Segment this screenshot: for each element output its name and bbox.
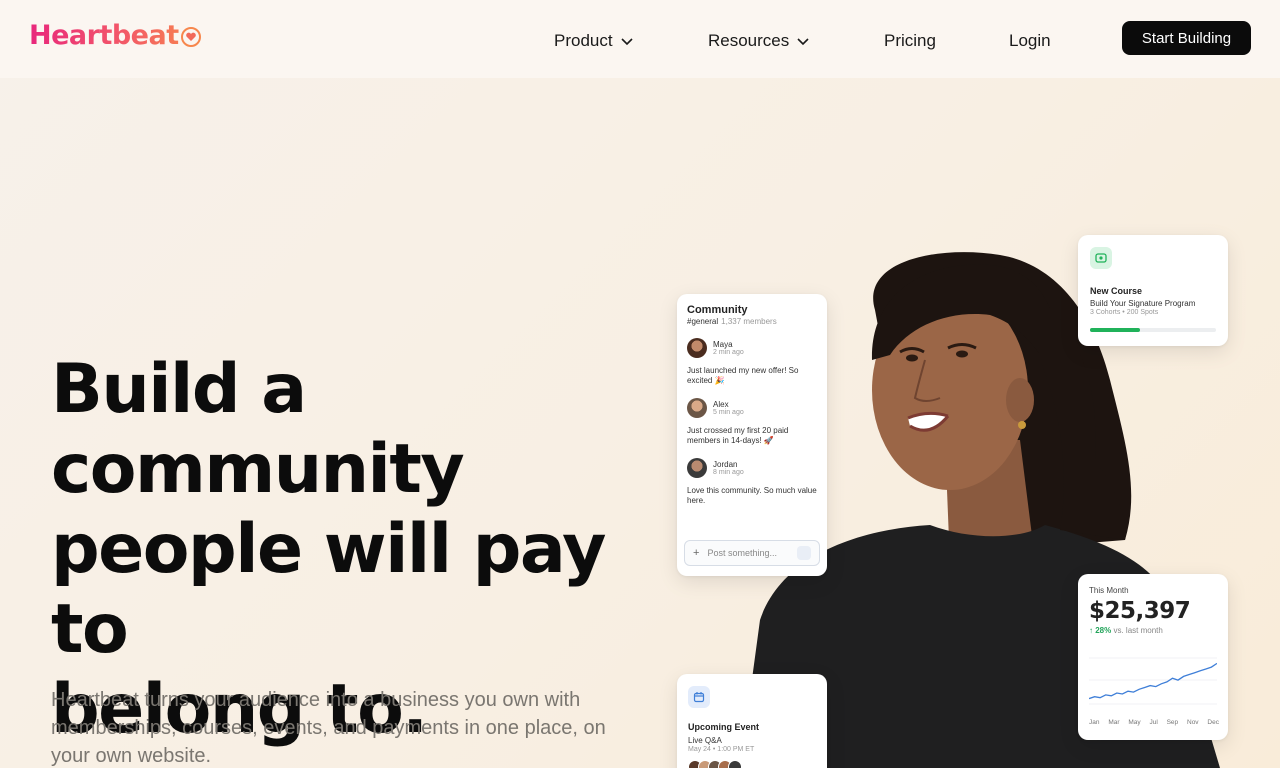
- revenue-value: $25,397: [1089, 598, 1191, 624]
- nav-product[interactable]: Product: [554, 31, 635, 51]
- revenue-label: This Month: [1089, 586, 1129, 595]
- message-author: Maya: [713, 340, 733, 349]
- hero-subtitle: Heartbeat turns your audience into a bus…: [51, 689, 606, 767]
- attendee-avatars: [688, 760, 816, 768]
- event-name: Live Q&A: [688, 736, 722, 745]
- nav-pricing[interactable]: Pricing: [884, 31, 936, 51]
- community-channel: #general 1,337 members: [687, 317, 817, 326]
- list-item: Maya 2 min ago Just launched my new offe…: [687, 338, 817, 386]
- logo-text: Heartbeat: [29, 20, 179, 51]
- chart-tick-label: Sep: [1166, 719, 1179, 726]
- chart-tick-label: Jul: [1149, 719, 1158, 726]
- course-progress-fill: [1090, 328, 1141, 332]
- avatar: [687, 398, 707, 418]
- nav-resources-label: Resources: [708, 31, 790, 50]
- chart-tick-label: Dec: [1207, 719, 1219, 726]
- revenue-change-suffix: vs. last month: [1113, 626, 1163, 635]
- chevron-down-icon: [797, 38, 809, 46]
- nav-product-label: Product: [554, 31, 613, 50]
- revenue-card[interactable]: This Month $25,397 ↑ 28% vs. last month …: [1078, 574, 1228, 740]
- start-building-button[interactable]: Start Building: [1122, 21, 1251, 55]
- post-placeholder: Post something...: [707, 548, 777, 558]
- chevron-down-icon: [621, 38, 633, 46]
- chart-tick-label: Mar: [1108, 719, 1120, 726]
- nav-login[interactable]: Login: [1009, 31, 1051, 51]
- nav-resources[interactable]: Resources: [708, 31, 811, 51]
- video-icon: [1090, 247, 1112, 269]
- post-input[interactable]: + Post something...: [684, 540, 820, 566]
- logo[interactable]: Heartbeat: [29, 20, 201, 51]
- hero-title-line: community: [51, 430, 465, 509]
- course-card[interactable]: New Course Build Your Signature Program …: [1078, 235, 1228, 346]
- community-card[interactable]: Community #general 1,337 members Maya 2 m…: [677, 294, 827, 576]
- member-count: 1,337 members: [721, 317, 777, 326]
- message-author: Jordan: [713, 460, 738, 469]
- event-card-title: Upcoming Event: [688, 722, 760, 732]
- event-meta: May 24 • 1:00 PM ET: [688, 746, 755, 753]
- message-author: Alex: [713, 400, 729, 409]
- message-text: Love this community. So much value here.: [687, 486, 817, 505]
- message-time: 2 min ago: [713, 349, 744, 356]
- revenue-change: ↑ 28% vs. last month: [1089, 626, 1217, 635]
- list-item: Jordan 8 min ago Love this community. So…: [687, 458, 817, 506]
- hero-title-line: people will pay to: [51, 510, 607, 669]
- chart-x-axis: Jan Mar May Jul Sep Nov Dec: [1089, 719, 1219, 726]
- course-name: Build Your Signature Program: [1090, 299, 1196, 308]
- list-item: Alex 5 min ago Just crossed my first 20 …: [687, 398, 817, 446]
- course-progress-bar: [1090, 328, 1216, 332]
- chart-tick-label: Jan: [1089, 719, 1100, 726]
- send-icon[interactable]: [797, 546, 811, 560]
- message-time: 8 min ago: [713, 469, 744, 476]
- message-time: 5 min ago: [713, 409, 744, 416]
- revenue-change-value: ↑ 28%: [1089, 626, 1112, 635]
- chart-tick-label: May: [1128, 719, 1141, 726]
- plus-icon[interactable]: +: [693, 547, 699, 559]
- nav-login-label: Login: [1009, 31, 1051, 50]
- message-text: Just launched my new offer! So excited 🎉: [687, 366, 799, 385]
- revenue-series-line: [1089, 662, 1217, 700]
- chart-tick-label: Nov: [1187, 719, 1199, 726]
- channel-name: #general: [687, 317, 719, 326]
- course-card-title: New Course: [1090, 286, 1143, 296]
- calendar-icon: [688, 686, 710, 708]
- event-card[interactable]: Upcoming Event Live Q&A May 24 • 1:00 PM…: [677, 674, 827, 768]
- community-card-title: Community: [687, 304, 748, 316]
- nav-pricing-label: Pricing: [884, 31, 936, 50]
- course-meta: 3 Cohorts • 200 Spots: [1090, 309, 1159, 316]
- message-text: Just crossed my first 20 paid members in…: [687, 426, 789, 445]
- site-header: Heartbeat Product Resources Pricing Logi…: [0, 0, 1280, 78]
- logo-heart-icon: [180, 27, 201, 47]
- avatar: [687, 338, 707, 358]
- avatar: [687, 458, 707, 478]
- revenue-line-chart: [1089, 657, 1217, 705]
- avatar: [728, 760, 742, 768]
- hero-title-line: Build a: [51, 350, 307, 429]
